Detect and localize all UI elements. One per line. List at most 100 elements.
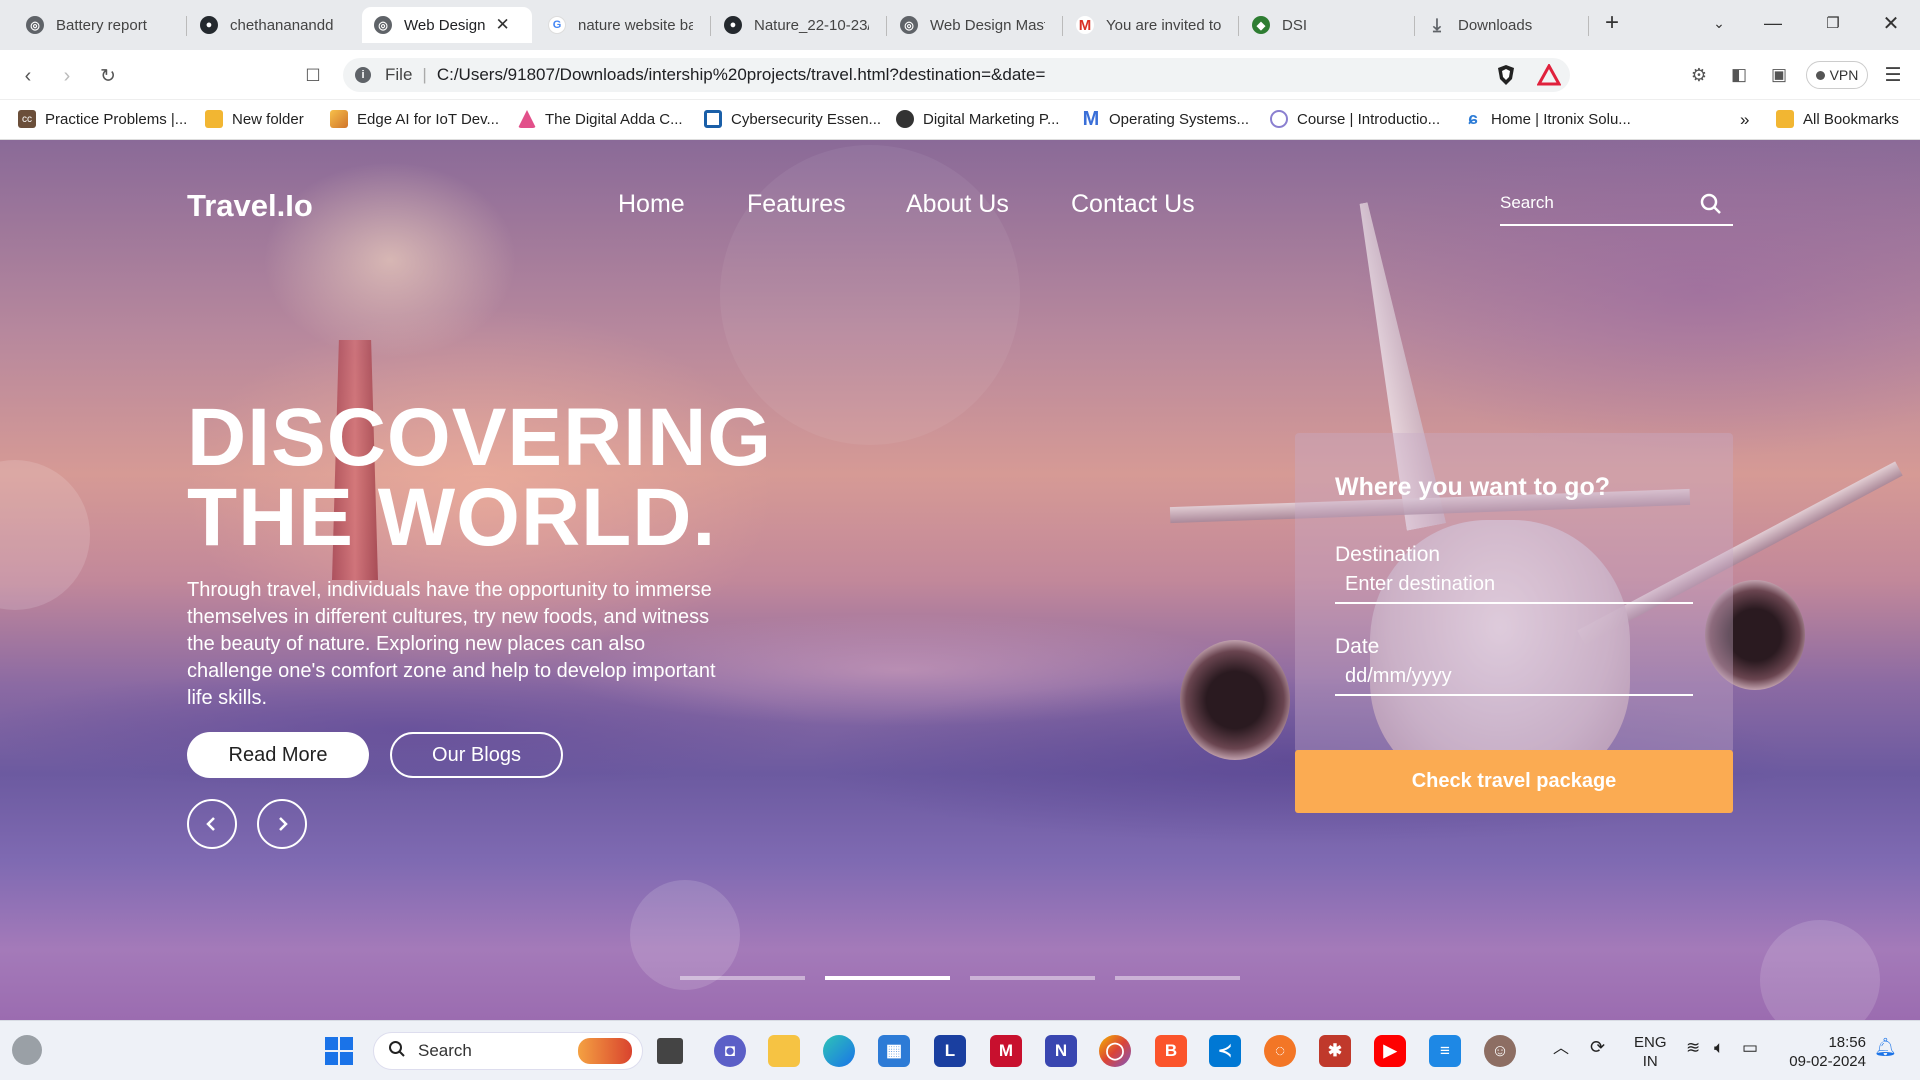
- slider-dot[interactable]: [970, 976, 1095, 980]
- widgets-icon[interactable]: [12, 1035, 42, 1065]
- download-icon: ⤓: [1433, 14, 1441, 35]
- tab-web-design-master[interactable]: ◎ Web Design Mast: [888, 7, 1058, 43]
- new-tab-button[interactable]: +: [1589, 8, 1635, 38]
- clock[interactable]: 18:56 09-02-2024: [1784, 1033, 1866, 1071]
- taskbar-search-input[interactable]: Search: [373, 1032, 643, 1070]
- tab-divider: [186, 16, 187, 36]
- teams-chat-icon[interactable]: ◘: [714, 1035, 746, 1067]
- hero-headline: DISCOVERING THE WORLD.: [187, 392, 773, 563]
- edge-icon[interactable]: [823, 1035, 855, 1067]
- task-view-icon[interactable]: [657, 1038, 683, 1064]
- tab-dsi[interactable]: ◆ DSI: [1240, 7, 1410, 43]
- nav-features[interactable]: Features: [747, 190, 846, 219]
- l-app-icon[interactable]: L: [934, 1035, 966, 1067]
- battery-icon[interactable]: ▭: [1742, 1038, 1758, 1057]
- jupyter-icon[interactable]: ◌: [1264, 1035, 1296, 1067]
- site-search-input[interactable]: Search: [1500, 182, 1733, 226]
- slider-dot[interactable]: [680, 976, 805, 980]
- globe-icon: ◎: [900, 16, 918, 34]
- tab-divider: [710, 16, 711, 36]
- bookmark-item[interactable]: ɕ Home | Itronix Solu...: [1464, 109, 1631, 128]
- tab-battery-report[interactable]: ◎ Battery report: [14, 7, 184, 43]
- reload-icon[interactable]: ↻: [96, 64, 120, 88]
- bookmark-folder[interactable]: New folder: [205, 110, 304, 128]
- notepad-icon[interactable]: ≡: [1429, 1035, 1461, 1067]
- notification-bell-icon[interactable]: 🔔︎: [1874, 1038, 1897, 1057]
- forward-icon[interactable]: ›: [55, 64, 79, 88]
- hero-section: Travel.Io Home Features About Us Contact…: [0, 140, 1920, 1020]
- check-travel-package-button[interactable]: Check travel package: [1295, 750, 1733, 813]
- volume-icon[interactable]: 🔈︎: [1714, 1038, 1724, 1057]
- back-icon[interactable]: ‹: [16, 64, 40, 88]
- tab-gmail-invite[interactable]: M You are invited to: [1064, 7, 1234, 43]
- vscode-icon[interactable]: ≺: [1209, 1035, 1241, 1067]
- windows-taskbar: Search ◘ ▦ L M N ◯ B ≺ ◌ ✱ ▶ ≡ ☺ ︿ ⟳ ENG…: [0, 1020, 1920, 1080]
- site-logo[interactable]: Travel.Io: [187, 188, 313, 224]
- search-icon: [388, 1040, 406, 1063]
- chevron-left-icon: [206, 817, 215, 831]
- sync-icon[interactable]: ⟳: [1590, 1038, 1605, 1057]
- read-more-button[interactable]: Read More: [187, 732, 369, 778]
- bookmark-item[interactable]: Course | Introductio...: [1270, 110, 1440, 128]
- language-indicator[interactable]: ENG IN: [1634, 1033, 1667, 1071]
- bookmark-item[interactable]: Cybersecurity Essen...: [704, 110, 881, 128]
- info-icon[interactable]: i: [355, 67, 371, 83]
- wallet-icon[interactable]: ▣: [1766, 62, 1792, 88]
- mcafee-icon[interactable]: M: [990, 1035, 1022, 1067]
- our-blogs-button[interactable]: Our Blogs: [390, 732, 563, 778]
- browser-app-icon[interactable]: ◯: [1099, 1035, 1131, 1067]
- git-app-icon[interactable]: ✱: [1319, 1035, 1351, 1067]
- extensions-icon[interactable]: ⚙: [1686, 62, 1712, 88]
- youtube-icon[interactable]: ▶: [1374, 1035, 1406, 1067]
- tab-github-profile[interactable]: ● chethananandd: [188, 7, 358, 43]
- minimize-icon[interactable]: —: [1750, 8, 1796, 38]
- restore-icon[interactable]: ❐: [1810, 8, 1856, 38]
- codechef-icon: cc: [18, 110, 36, 128]
- start-icon[interactable]: [323, 1035, 355, 1067]
- tab-nature-repo[interactable]: ● Nature_22-10-23/: [712, 7, 882, 43]
- brave-rewards-icon[interactable]: [1536, 62, 1562, 88]
- nav-home[interactable]: Home: [618, 190, 685, 219]
- wifi-icon[interactable]: ≋: [1686, 1038, 1700, 1057]
- bookmark-item[interactable]: The Digital Adda C...: [518, 110, 683, 128]
- vpn-button[interactable]: VPN: [1806, 61, 1868, 89]
- globe-icon: [896, 110, 914, 128]
- close-window-icon[interactable]: ✕: [1868, 8, 1914, 38]
- tab-divider: [1062, 16, 1063, 36]
- bookmark-item[interactable]: cc Practice Problems |...: [18, 110, 187, 128]
- search-highlight-icon: [578, 1038, 632, 1064]
- slider-next-button[interactable]: [257, 799, 307, 849]
- brave-icon[interactable]: B: [1155, 1035, 1187, 1067]
- tab-downloads[interactable]: ⤓ Downloads: [1416, 7, 1586, 43]
- close-tab-icon[interactable]: ✕: [495, 15, 509, 35]
- search-icon[interactable]: [1699, 192, 1723, 221]
- address-bar[interactable]: i File | C:/Users/91807/Downloads/inters…: [343, 58, 1570, 92]
- file-explorer-icon[interactable]: [768, 1035, 800, 1067]
- menu-icon[interactable]: ☰: [1880, 62, 1906, 88]
- tab-search-chevron-icon[interactable]: ⌄: [1696, 8, 1742, 38]
- store-icon[interactable]: ▦: [878, 1035, 910, 1067]
- bookmarks-overflow-button[interactable]: »: [1740, 110, 1749, 130]
- notes-app-icon[interactable]: N: [1045, 1035, 1077, 1067]
- avatar-app-icon[interactable]: ☺: [1484, 1035, 1516, 1067]
- date-input[interactable]: dd/mm/yyyy: [1335, 658, 1693, 696]
- slider-dot-active[interactable]: [825, 976, 950, 980]
- destination-input[interactable]: Enter destination: [1335, 566, 1693, 604]
- slider-prev-button[interactable]: [187, 799, 237, 849]
- tray-overflow-icon[interactable]: ︿: [1553, 1039, 1569, 1058]
- nav-contact-us[interactable]: Contact Us: [1071, 190, 1195, 219]
- nav-about-us[interactable]: About Us: [906, 190, 1009, 219]
- sidebar-icon[interactable]: ◧: [1726, 62, 1752, 88]
- bookmark-item[interactable]: Edge AI for IoT Dev...: [330, 110, 499, 128]
- m-icon: M: [1082, 107, 1100, 130]
- bookmark-item[interactable]: M Operating Systems...: [1082, 107, 1249, 130]
- bookmark-icon[interactable]: ☐: [301, 64, 325, 88]
- slider-dot[interactable]: [1115, 976, 1240, 980]
- all-bookmarks-button[interactable]: All Bookmarks: [1776, 110, 1899, 128]
- url-text[interactable]: C:/Users/91807/Downloads/intership%20pro…: [437, 65, 1046, 85]
- tab-web-design-active[interactable]: ◎ Web Design ✕: [362, 7, 532, 43]
- browser-chrome: ◎ Battery report ● chethananandd ◎ Web D…: [0, 0, 1920, 140]
- bookmark-item[interactable]: Digital Marketing P...: [896, 110, 1059, 128]
- brave-shield-icon[interactable]: [1493, 62, 1519, 88]
- tab-nature-search[interactable]: G nature website ba: [536, 7, 706, 43]
